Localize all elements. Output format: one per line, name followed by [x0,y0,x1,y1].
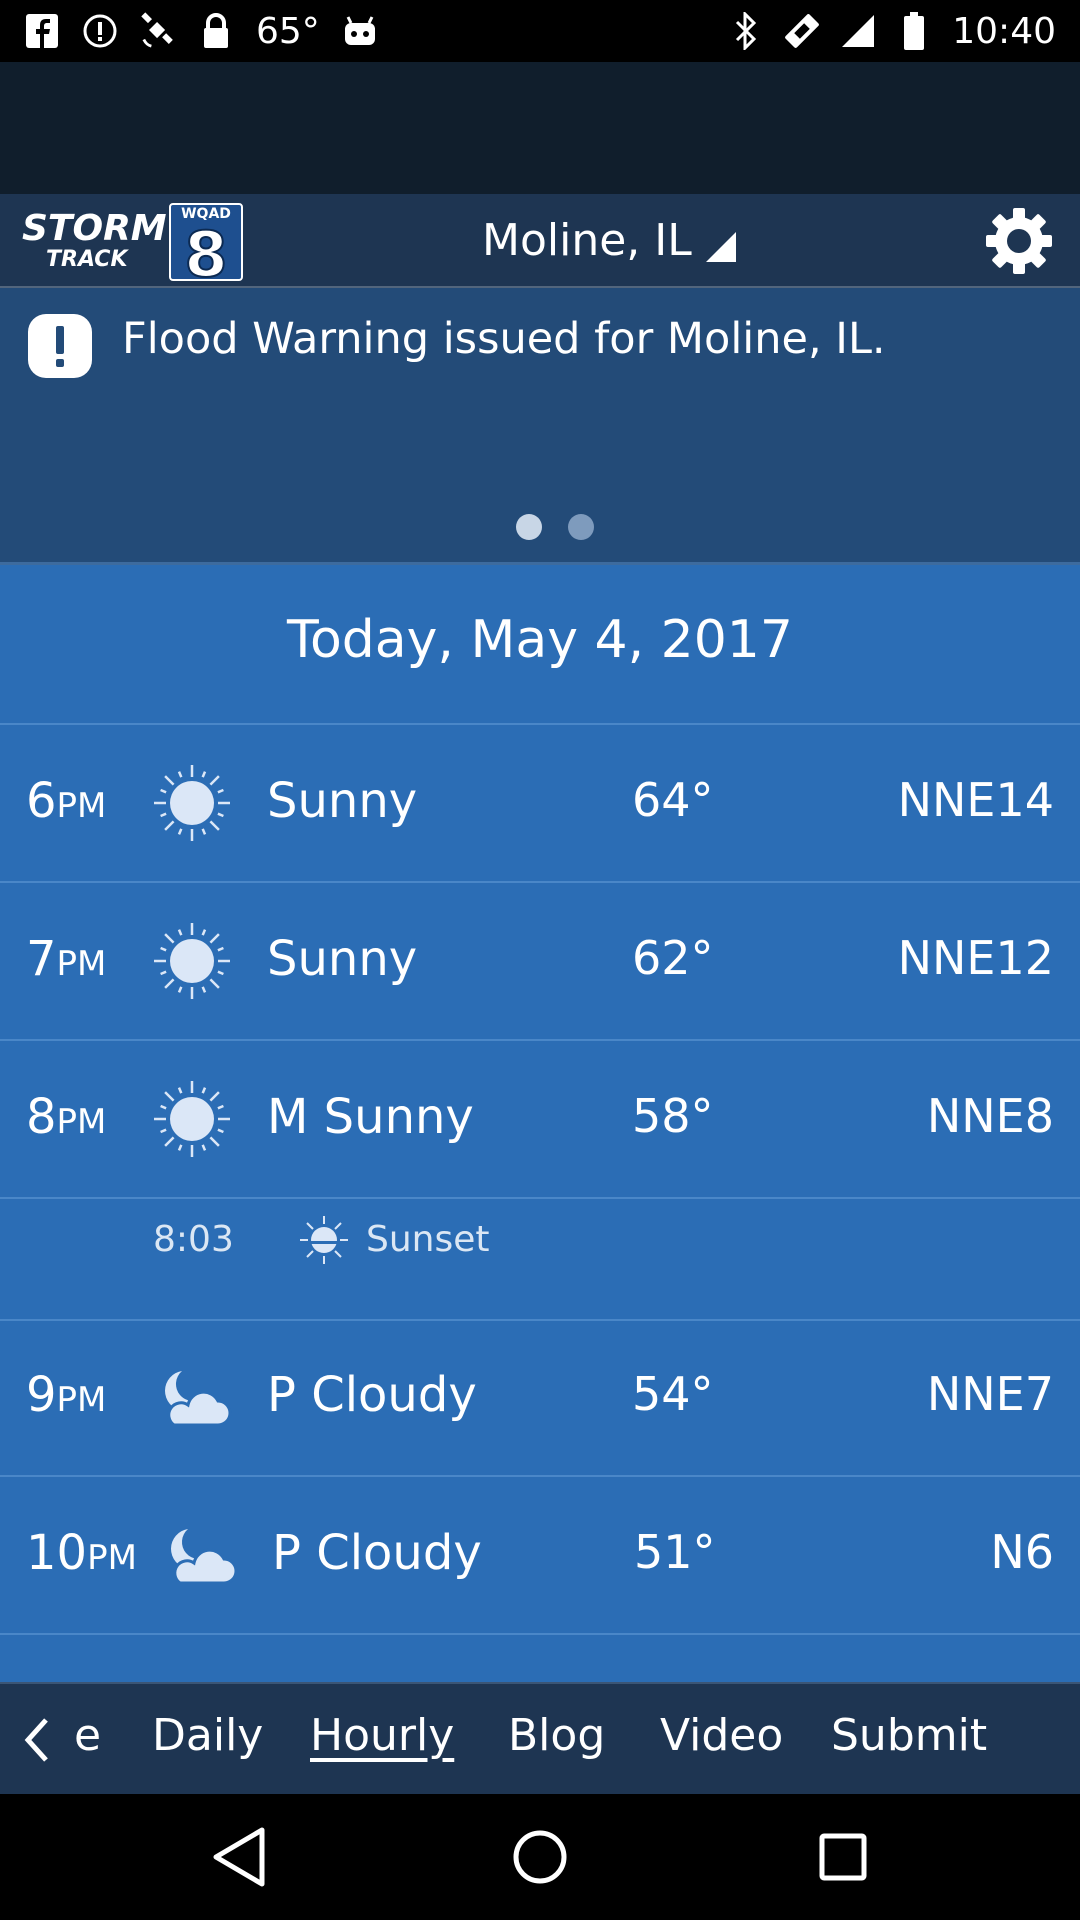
home-circle-icon[interactable] [505,1822,575,1892]
ad-banner [0,62,1080,194]
condition-label: Sunny [267,931,418,987]
storm-track-logo: STORM TRACK WQAD 8 [20,200,246,292]
nav-item-hourly[interactable]: Hourly [310,1710,454,1761]
facebook-icon [24,13,60,49]
exclamation-icon [28,314,92,378]
bluetooth-icon [728,12,764,50]
condition-label: P Cloudy [272,1525,482,1581]
status-time: 10:40 [952,10,1056,52]
android-icon [342,13,378,49]
alert-pager [516,514,594,540]
temperature-label: 62° [632,931,714,985]
nav-item-video[interactable]: Video [660,1710,783,1761]
dropdown-triangle-icon [705,214,736,266]
sunset-row: 8:03 Sunset [0,1199,1080,1321]
signal-icon [840,13,876,49]
wind-label: N6 [990,1525,1054,1579]
hour-label: 9PM [26,1367,107,1423]
temperature-label: 58° [632,1089,714,1143]
chevron-left-icon[interactable] [18,1714,58,1766]
condition-label: P Cloudy [267,1367,477,1423]
hourly-row[interactable]: 9PM P Cloudy 54° NNE7 [0,1319,1080,1477]
temperature-label: 51° [634,1525,716,1579]
hourly-row[interactable]: 8PM M Sunny 58° NNE8 [0,1041,1080,1199]
back-triangle-icon[interactable] [202,1822,272,1892]
location-name: Moline, IL [482,214,692,266]
hour-label: 10PM [26,1525,137,1581]
moon-cloud-icon [158,1515,238,1595]
wind-label: NNE14 [897,773,1054,827]
sun-icon [152,763,232,843]
nav-item-submit[interactable]: Submit [831,1710,987,1761]
hourly-row[interactable]: 7PM Sunny 62° NNE12 [0,883,1080,1041]
moon-cloud-icon [152,1357,232,1437]
wind-label: NNE7 [926,1367,1054,1421]
status-bar: 65° 10:40 [0,0,1080,62]
temperature-label: 54° [632,1367,714,1421]
svg-text:STORM: STORM [22,208,167,249]
bottom-navigation: e Daily Hourly Blog Video Submit [0,1682,1080,1796]
location-selector[interactable]: Moline, IL [482,194,736,286]
satellite-icon [140,12,176,49]
hourly-row[interactable]: 6PM Sunny 64° NNE14 [0,725,1080,883]
nav-item-daily[interactable]: Daily [152,1710,263,1761]
hourly-forecast-list[interactable]: 6PM Sunny 64° NNE14 7PM Sunny 62° NNE12 8PM M Sun… [0,725,1080,1682]
hour-label: 6PM [26,773,107,829]
wind-label: NNE12 [897,931,1054,985]
recents-square-icon[interactable] [808,1822,878,1892]
condition-label: M Sunny [267,1089,474,1145]
lock-icon [198,13,234,49]
pager-dot[interactable] [568,514,594,540]
temperature-label: 64° [632,773,714,827]
alert-circle-icon [82,13,118,49]
wind-label: NNE8 [926,1089,1054,1143]
status-temperature: 65° [256,10,320,52]
hour-label: 8PM [26,1089,107,1145]
sun-icon [152,921,232,1001]
gear-icon[interactable] [984,206,1054,276]
battery-icon [896,12,932,50]
sun-icon [152,1079,232,1159]
sunset-time: 8:03 [153,1219,234,1260]
weather-alert-banner[interactable]: Flood Warning issued for Moline, IL. [0,288,1080,565]
hour-label: 7PM [26,931,107,987]
sunset-label: Sunset [366,1219,490,1260]
forecast-date: Today, May 4, 2017 [287,610,793,670]
nav-item-blog[interactable]: Blog [508,1710,605,1761]
condition-label: Sunny [267,773,418,829]
vibrate-icon [784,13,820,49]
date-header: Today, May 4, 2017 [0,565,1080,725]
system-navigation-bar [0,1794,1080,1920]
nav-item-home[interactable]: e [74,1710,101,1761]
pager-dot-active[interactable] [516,514,542,540]
alert-message: Flood Warning issued for Moline, IL. [122,314,886,364]
hourly-row[interactable]: 10PM P Cloudy 51° N6 [0,1477,1080,1635]
svg-text:8: 8 [184,218,227,284]
app-header: STORM TRACK WQAD 8 Moline, IL [0,194,1080,292]
sunset-icon [298,1214,350,1266]
svg-text:TRACK: TRACK [46,247,129,272]
